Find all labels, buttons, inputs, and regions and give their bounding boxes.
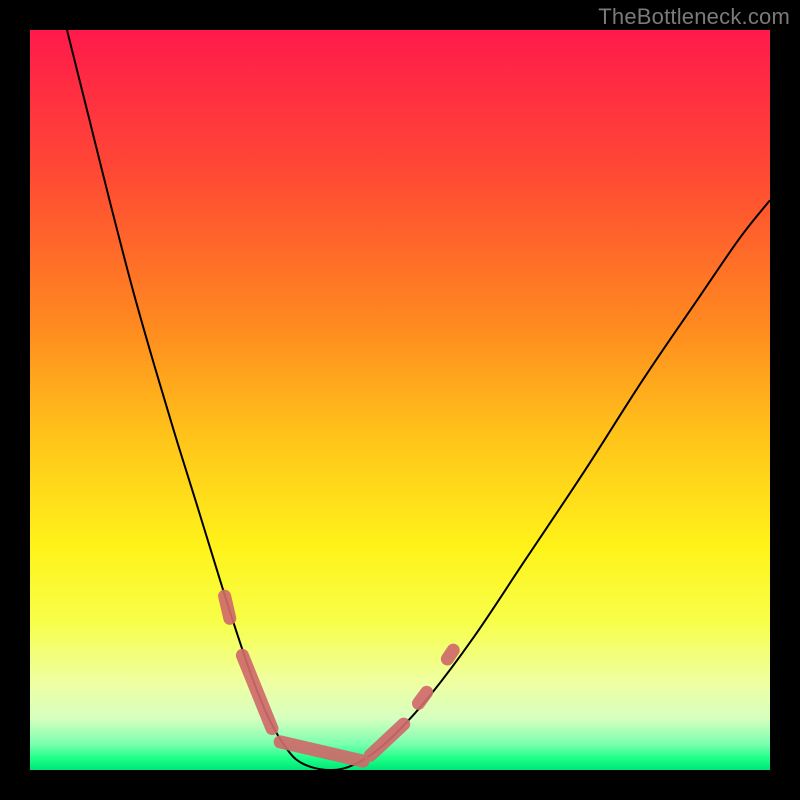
- bottleneck-chart: [30, 30, 770, 770]
- watermark-text: TheBottleneck.com: [598, 4, 790, 30]
- chart-frame: TheBottleneck.com: [0, 0, 800, 800]
- chart-background: [30, 30, 770, 770]
- plot-area: [30, 30, 770, 770]
